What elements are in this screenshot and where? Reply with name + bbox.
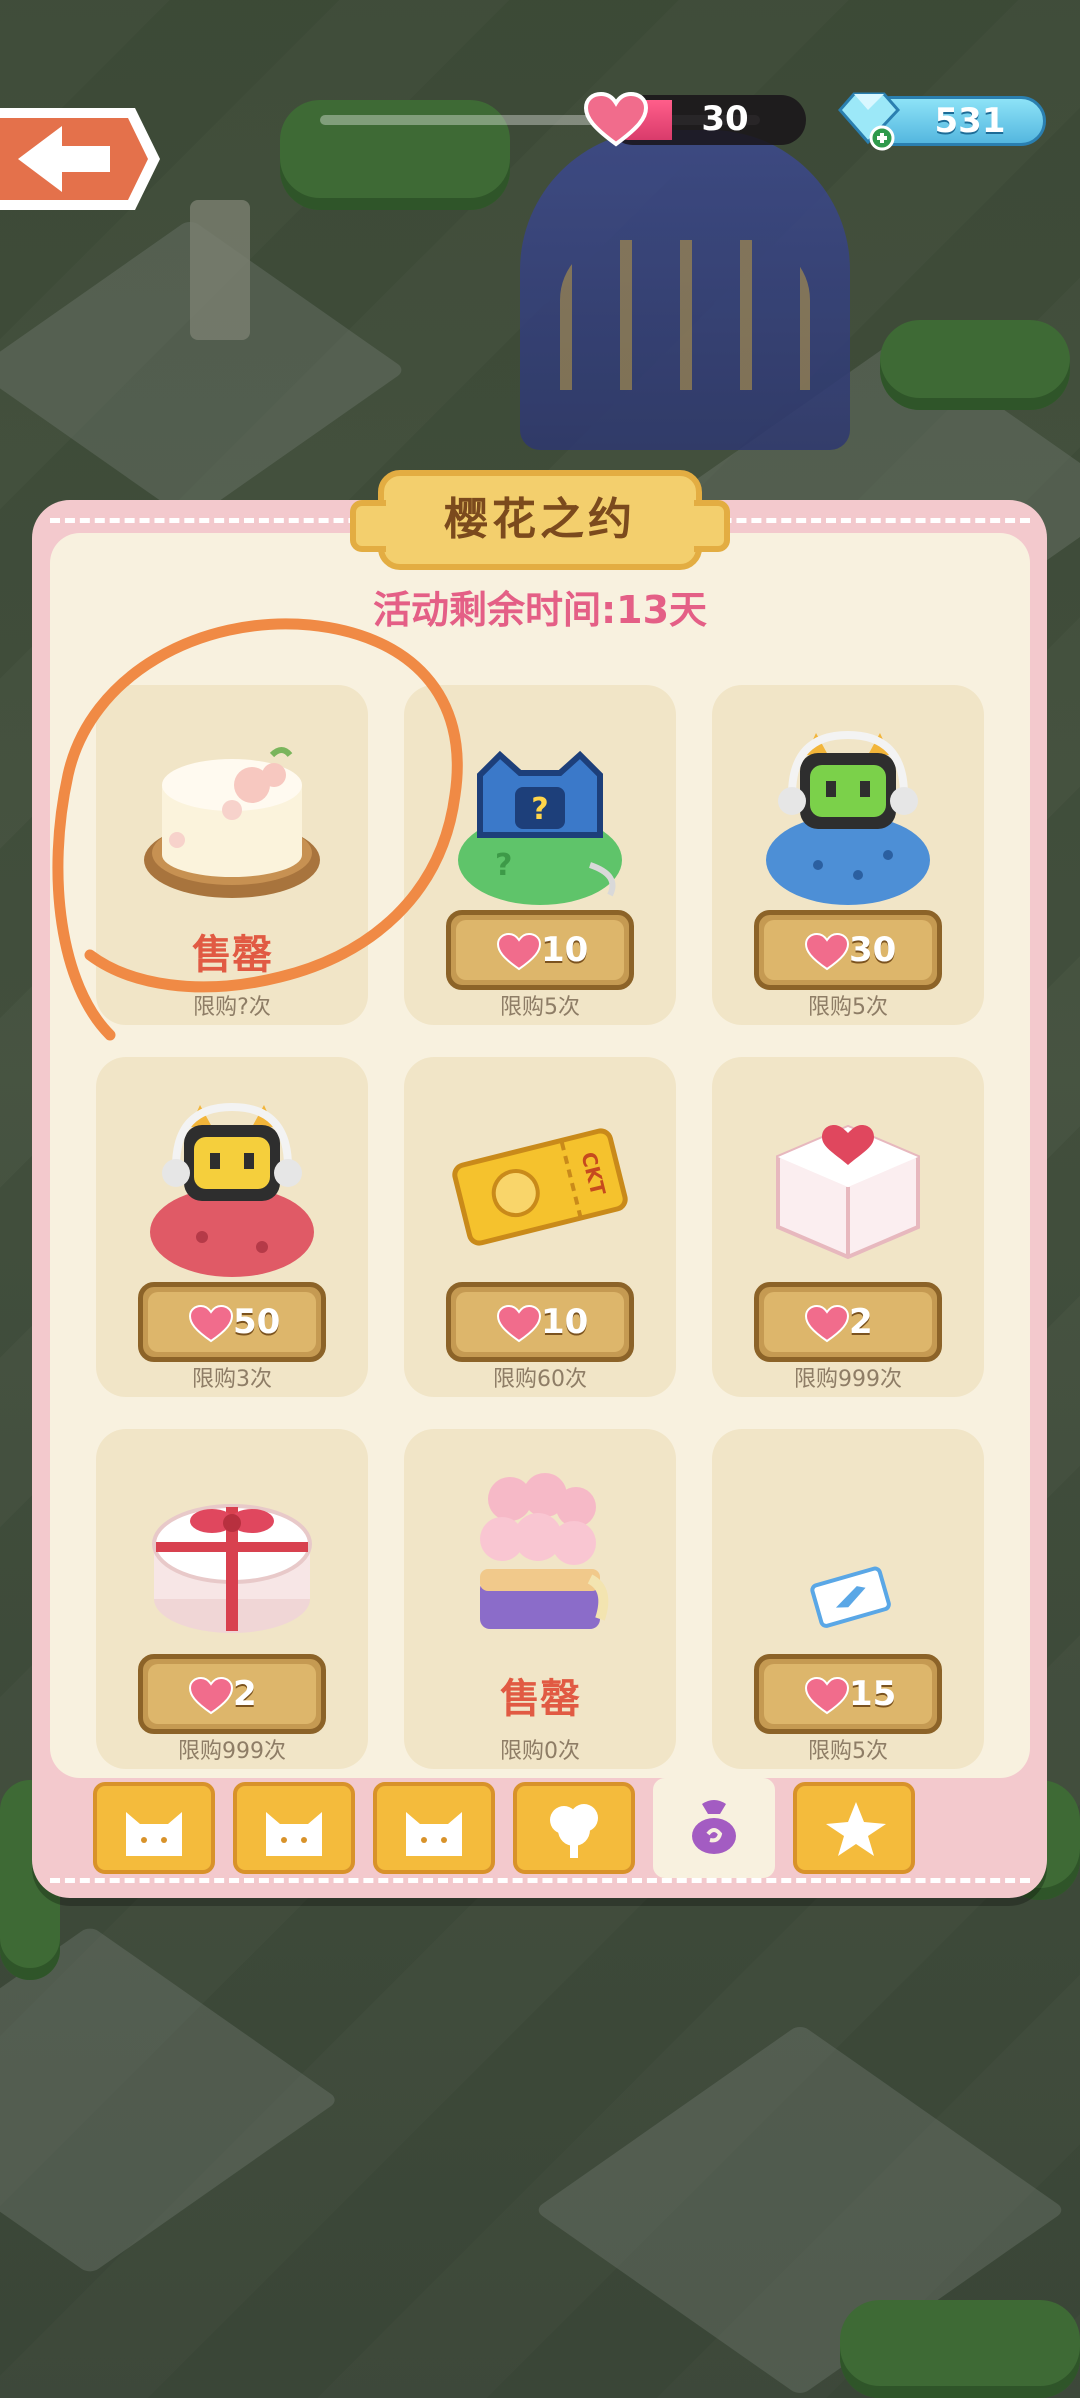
ground-tile bbox=[0, 1925, 340, 2275]
svg-text:?: ? bbox=[495, 848, 512, 883]
buy-button[interactable]: 10 bbox=[446, 1282, 634, 1362]
purchase-limit: 限购60次 bbox=[493, 1367, 587, 1392]
heart-icon bbox=[805, 1677, 849, 1715]
heart-icon bbox=[189, 1677, 233, 1715]
shop-item-green-robot-bag[interactable]: 30 限购5次 bbox=[712, 685, 984, 1025]
robot-bag-icon bbox=[150, 1102, 314, 1277]
pastry-bundle-icon bbox=[480, 1473, 609, 1629]
heart-icon bbox=[497, 933, 541, 971]
price-value: 50 bbox=[233, 1302, 281, 1342]
hearts-value: 30 bbox=[701, 99, 749, 139]
tab-star[interactable] bbox=[793, 1782, 915, 1874]
cake-icon bbox=[144, 747, 320, 898]
price-value: 2 bbox=[849, 1302, 873, 1342]
robot-bag-icon bbox=[766, 730, 930, 905]
heart-icon bbox=[189, 1305, 233, 1343]
gift-box-icon bbox=[152, 1504, 312, 1633]
star-icon bbox=[826, 1802, 886, 1856]
stone-lantern bbox=[190, 200, 250, 340]
tab-bag[interactable] bbox=[653, 1778, 775, 1878]
tree-icon bbox=[550, 1804, 598, 1858]
heart-icon bbox=[584, 92, 648, 147]
purchase-limit: 限购5次 bbox=[500, 995, 580, 1020]
gem-icon bbox=[838, 92, 901, 151]
shop-item-yellow-robot-bag[interactable]: 50 限购3次 bbox=[96, 1057, 368, 1397]
shop-item-gift-box[interactable]: 2 限购999次 bbox=[96, 1429, 368, 1769]
purchase-limit: 限购999次 bbox=[178, 1739, 286, 1764]
cat-face-icon bbox=[266, 1812, 322, 1856]
event-remaining-time: 活动剩余时间:13天 bbox=[372, 588, 708, 632]
tab-cat-2[interactable] bbox=[233, 1782, 355, 1874]
heart-icon bbox=[805, 933, 849, 971]
sold-out-label: 售罄 bbox=[192, 932, 272, 978]
small-ticket-icon bbox=[810, 1566, 891, 1628]
shop-item-small-ticket[interactable]: 15 限购5次 bbox=[712, 1429, 984, 1769]
heart-cake-icon bbox=[776, 1124, 920, 1260]
price-value: 30 bbox=[849, 930, 897, 970]
castle-building bbox=[520, 130, 850, 450]
buy-button[interactable]: 2 bbox=[138, 1654, 326, 1734]
buy-button[interactable]: 15 bbox=[754, 1654, 942, 1734]
purchase-limit: 限购?次 bbox=[193, 995, 271, 1020]
shop-item-heart-cake[interactable]: 2 限购999次 bbox=[712, 1057, 984, 1397]
buy-button[interactable]: 50 bbox=[138, 1282, 326, 1362]
tab-cat-1[interactable] bbox=[93, 1782, 215, 1874]
shop-item-pastry-bundle[interactable]: 售罄 限购0次 bbox=[404, 1429, 676, 1769]
heart-icon bbox=[497, 1305, 541, 1343]
back-button[interactable] bbox=[0, 100, 165, 218]
buy-button[interactable]: 10 bbox=[446, 910, 634, 990]
cat-face-icon bbox=[126, 1812, 182, 1856]
shop-item-blue-mystery-bag[interactable]: ? ? 10 限购5次 bbox=[404, 685, 676, 1025]
panel-dashed-border bbox=[50, 1878, 1030, 1883]
tab-cat-3[interactable] bbox=[373, 1782, 495, 1874]
heart-icon bbox=[805, 1305, 849, 1343]
purchase-limit: 限购5次 bbox=[808, 995, 888, 1020]
purchase-limit: 限购0次 bbox=[500, 1739, 580, 1764]
shop-item-ticket[interactable]: CKT 10 限购60次 bbox=[404, 1057, 676, 1397]
price-value: 2 bbox=[233, 1674, 257, 1714]
cat-face-icon bbox=[406, 1812, 462, 1856]
ticket-icon: CKT bbox=[452, 1128, 628, 1246]
back-arrow-icon bbox=[0, 108, 160, 210]
price-value: 10 bbox=[541, 930, 589, 970]
shop-item-cake[interactable]: 售罄 限购?次 bbox=[96, 685, 368, 1025]
purchase-limit: 限购5次 bbox=[808, 1739, 888, 1764]
price-value: 15 bbox=[849, 1674, 897, 1714]
purchase-limit: 限购3次 bbox=[192, 1367, 272, 1392]
sold-out-label: 售罄 bbox=[500, 1676, 580, 1722]
price-value: 10 bbox=[541, 1302, 589, 1342]
purchase-limit: 限购999次 bbox=[794, 1367, 902, 1392]
hedge bbox=[840, 2300, 1080, 2398]
buy-button[interactable]: 30 bbox=[754, 910, 942, 990]
buy-button[interactable]: 2 bbox=[754, 1282, 942, 1362]
svg-text:?: ? bbox=[531, 792, 548, 827]
mystery-bag-icon: ? ? bbox=[458, 750, 622, 905]
hedge bbox=[880, 320, 1070, 410]
gems-value: 531 bbox=[934, 101, 1006, 141]
tab-tree[interactable] bbox=[513, 1782, 635, 1874]
event-title: 樱花之约 bbox=[444, 494, 636, 545]
bag-icon bbox=[692, 1800, 736, 1854]
